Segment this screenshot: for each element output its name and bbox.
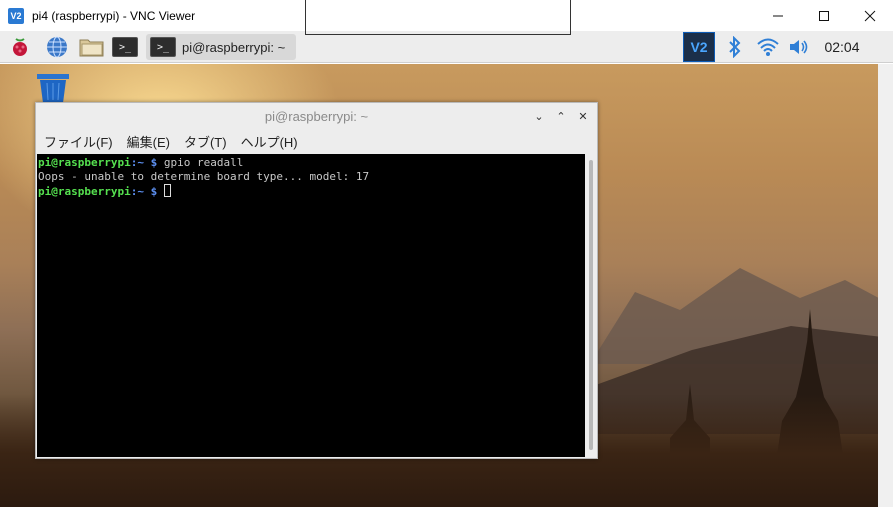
maximize-button[interactable] — [801, 0, 847, 31]
raspberry-menu-button[interactable] — [6, 34, 34, 60]
clock[interactable]: 02:04 — [818, 34, 866, 60]
wastebasket-icon[interactable] — [35, 73, 71, 103]
terminal-icon: >_ — [150, 37, 176, 57]
bluetooth-button[interactable] — [724, 34, 746, 60]
taskbar-terminal-window[interactable]: >_ pi@raspberrypi: ~ — [146, 34, 296, 60]
text-cursor — [163, 184, 171, 197]
window-title: pi4 (raspberrypi) - VNC Viewer — [32, 8, 196, 23]
globe-icon — [47, 36, 67, 58]
maximize-icon — [819, 10, 829, 21]
terminal-line: pi@raspberrypi:~ $ — [38, 184, 584, 199]
output-text: Oops - unable to determine board type...… — [38, 170, 370, 183]
file-manager-launcher[interactable] — [77, 34, 107, 60]
speaker-icon — [790, 40, 808, 54]
terminal-line: Oops - unable to determine board type...… — [38, 170, 584, 184]
vnc-server-tray-button[interactable]: V2 — [683, 32, 715, 62]
vnc-icon: V2 — [690, 39, 708, 55]
close-button[interactable] — [847, 0, 893, 31]
terminal-icon: >_ — [112, 37, 138, 57]
wifi-button[interactable] — [756, 34, 780, 60]
vnc-toolbar-handle[interactable] — [305, 0, 571, 35]
folder-icon — [79, 39, 104, 57]
menu-file[interactable]: ファイル(F) — [44, 132, 113, 151]
menu-edit[interactable]: 編集(E) — [127, 132, 170, 151]
prompt-path: :~ — [130, 185, 144, 198]
terminal-window: pi@raspberrypi: ~ ⌄ ⌃ ✕ ファイル(F) 編集(E) タブ… — [35, 102, 598, 459]
taskbar-panel: >_ >_ pi@raspberrypi: ~ V2 02:04 — [0, 31, 893, 63]
terminal-title: pi@raspberrypi: ~ — [264, 108, 369, 124]
command-text: gpio readall — [163, 156, 244, 169]
scrollbar-thumb[interactable] — [589, 160, 593, 450]
task-label: pi@raspberrypi: ~ — [182, 39, 286, 55]
maximize-icon[interactable]: ⌃ — [555, 110, 567, 123]
prompt-user: pi@raspberrypi — [38, 156, 131, 169]
volume-button[interactable] — [788, 34, 810, 60]
wifi-icon — [757, 38, 779, 56]
close-icon[interactable]: ✕ — [577, 110, 589, 123]
terminal-screen[interactable]: pi@raspberrypi:~ $ gpio readall Oops - u… — [37, 154, 585, 457]
menu-help[interactable]: ヘルプ(H) — [241, 132, 298, 151]
minimize-icon[interactable]: ⌄ — [533, 110, 545, 123]
terminal-line: pi@raspberrypi:~ $ gpio readall — [38, 156, 584, 170]
close-icon — [864, 10, 876, 21]
prompt-user: pi@raspberrypi — [38, 185, 131, 198]
raspberry-icon — [13, 38, 27, 56]
bluetooth-icon — [729, 36, 741, 58]
terminal-launcher[interactable]: >_ — [110, 34, 140, 60]
menu-tabs[interactable]: タブ(T) — [184, 132, 227, 151]
browser-launcher[interactable] — [43, 34, 71, 60]
terminal-menubar: ファイル(F) 編集(E) タブ(T) ヘルプ(H) — [36, 129, 597, 153]
terminal-title-bar[interactable]: pi@raspberrypi: ~ ⌄ ⌃ ✕ — [36, 103, 597, 129]
vnc-viewer-logo-icon: V2 — [8, 7, 24, 24]
vnc-scrollbar[interactable] — [878, 64, 893, 507]
prompt-symbol: $ — [143, 156, 164, 169]
terminal-scrollbar[interactable] — [586, 154, 596, 457]
minimize-button[interactable] — [755, 0, 801, 31]
prompt-symbol: $ — [143, 185, 164, 198]
prompt-path: :~ — [130, 156, 144, 169]
minimize-icon — [773, 15, 783, 16]
